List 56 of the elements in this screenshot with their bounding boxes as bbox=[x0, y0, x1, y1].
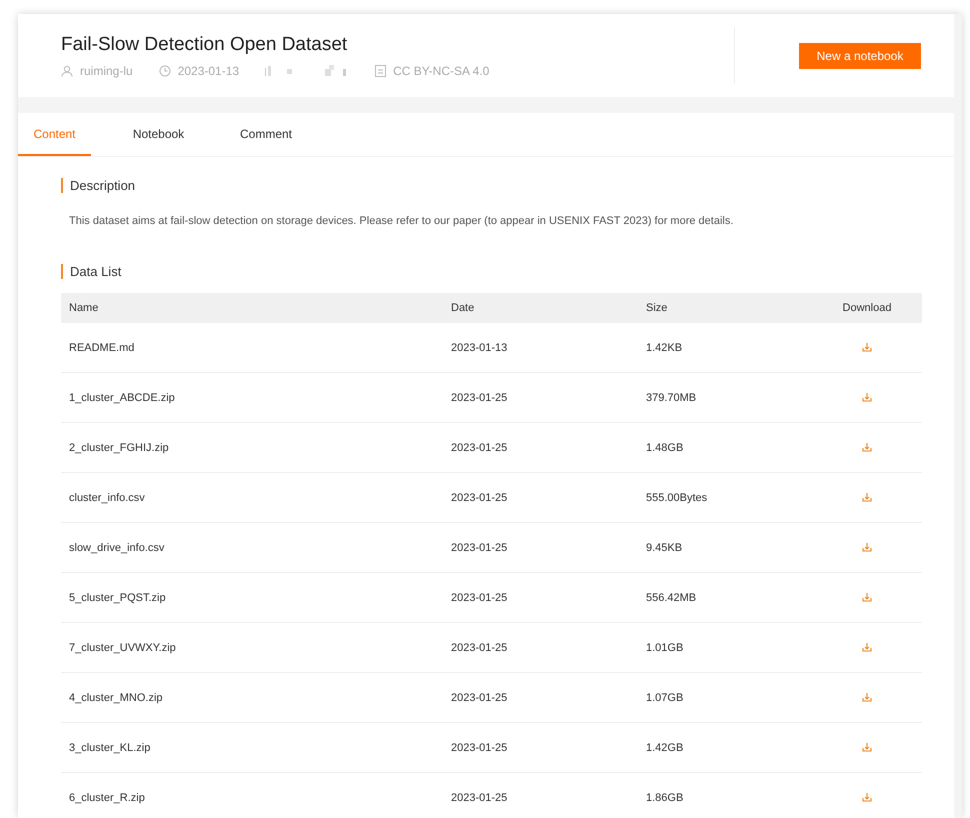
download-icon[interactable] bbox=[862, 593, 872, 602]
tab[interactable]: Notebook bbox=[91, 113, 226, 156]
file-date: 2023-01-25 bbox=[451, 592, 508, 604]
license-label: CC BY-NC-SA 4.0 bbox=[393, 64, 490, 78]
download-icon[interactable] bbox=[862, 343, 872, 352]
file-name: 3_cluster_KL.zip bbox=[69, 742, 152, 754]
download-icon[interactable] bbox=[862, 643, 872, 652]
download-icon[interactable] bbox=[862, 443, 872, 452]
file-size: 1.01GB bbox=[646, 642, 684, 654]
file-date: 2023-01-25 bbox=[451, 442, 508, 454]
file-name: cluster_info.csv bbox=[69, 492, 146, 504]
file-size: 1.42GB bbox=[646, 742, 684, 754]
file-date: 2023-01-25 bbox=[451, 692, 508, 704]
download-icon[interactable] bbox=[862, 493, 872, 502]
file-date: 2023-01-25 bbox=[451, 392, 508, 404]
file-date: 2023-01-25 bbox=[451, 492, 508, 504]
document-icon bbox=[375, 64, 386, 76]
file-name: 2_cluster_FGHIJ.zip bbox=[69, 442, 170, 454]
file-date: 2023-01-25 bbox=[451, 792, 508, 804]
file-size: 1.07GB bbox=[646, 692, 684, 704]
download-icon[interactable] bbox=[862, 543, 872, 552]
file-size: 379.70MB bbox=[646, 392, 698, 404]
file-date: 2023-01-13 bbox=[451, 342, 508, 354]
file-size: 1.42KB bbox=[646, 342, 684, 354]
column-header: Size bbox=[646, 302, 668, 314]
file-size: 9.45KB bbox=[646, 542, 684, 554]
download-icon[interactable] bbox=[862, 743, 872, 752]
download-icon[interactable] bbox=[862, 393, 872, 402]
file-name: slow_drive_info.csv bbox=[69, 542, 166, 554]
file-name: 4_cluster_MNO.zip bbox=[69, 692, 164, 704]
column-header: Date bbox=[451, 302, 476, 314]
file-name: 6_cluster_R.zip bbox=[69, 792, 146, 804]
tab[interactable]: Comment bbox=[226, 113, 306, 156]
file-name: 1_cluster_ABCDE.zip bbox=[69, 392, 176, 404]
download-icon[interactable] bbox=[862, 793, 872, 802]
author-name: ruiming-lu bbox=[80, 64, 133, 78]
dataset-title: Fail-Slow Detection Open Dataset bbox=[61, 34, 348, 56]
file-size: 1.48GB bbox=[646, 442, 684, 454]
column-header: Download bbox=[842, 302, 892, 314]
file-date: 2023-01-25 bbox=[451, 542, 508, 554]
user-icon bbox=[61, 64, 73, 76]
file-size: 1.86GB bbox=[646, 792, 684, 804]
publish-date: 2023-01-13 bbox=[178, 64, 240, 78]
section-heading: Data List bbox=[61, 264, 922, 279]
file-size: 555.00Bytes bbox=[646, 492, 708, 504]
clock-icon bbox=[158, 64, 171, 76]
description-text: This dataset aims at fail-slow detection on storage devices. Please refer to our paper (to appear in USENIX FAST 2023) for more details. bbox=[69, 215, 734, 227]
file-size: 556.42MB bbox=[646, 592, 698, 604]
section-heading: Description bbox=[61, 178, 922, 193]
file-name: README.md bbox=[69, 342, 136, 354]
column-header: Name bbox=[69, 302, 100, 314]
file-name: 7_cluster_UVWXY.zip bbox=[69, 642, 177, 654]
download-icon[interactable] bbox=[862, 693, 872, 702]
file-name: 5_cluster_PQST.zip bbox=[69, 592, 167, 604]
file-date: 2023-01-25 bbox=[451, 642, 508, 654]
file-date: 2023-01-25 bbox=[451, 742, 508, 754]
